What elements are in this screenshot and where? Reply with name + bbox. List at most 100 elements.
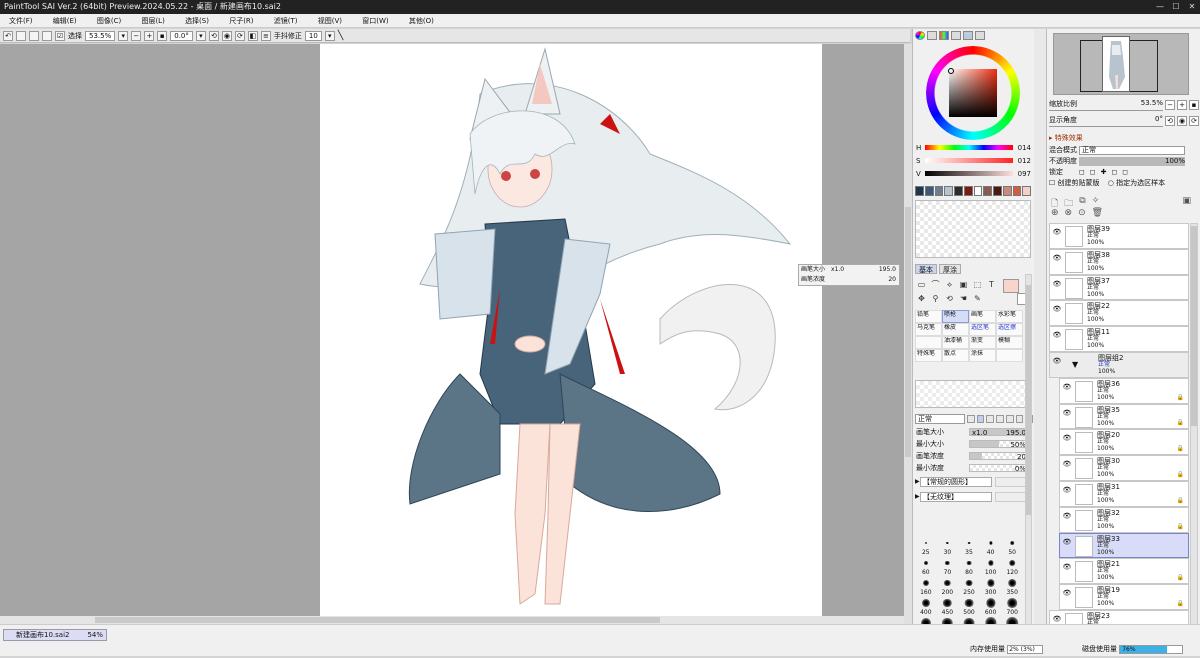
brush-size-preset[interactable]: 40	[980, 536, 1002, 556]
brush-size-preset[interactable]: 350	[1001, 576, 1023, 596]
nav-zoom-out-icon[interactable]: −	[1165, 100, 1175, 110]
deselect-icon[interactable]	[29, 30, 39, 41]
visibility-eye-icon[interactable]: 👁	[1062, 588, 1072, 598]
rect-select-icon[interactable]: ▭	[916, 279, 927, 290]
close-button[interactable]: ✕	[1184, 0, 1200, 14]
hue-track[interactable]	[925, 145, 1013, 150]
menu-window[interactable]: 窗口(W)	[353, 14, 397, 28]
visibility-eye-icon[interactable]: 👁	[1062, 382, 1072, 392]
move-icon[interactable]: ✥	[916, 293, 927, 304]
brush-size-preset[interactable]: 25	[915, 536, 937, 556]
minimize-button[interactable]: —	[1152, 0, 1168, 14]
brush-size-preset[interactable]: 35	[958, 536, 980, 556]
zoom-in-icon[interactable]: +	[144, 30, 155, 41]
menu-filter[interactable]: 滤镜(T)	[265, 14, 307, 28]
visibility-eye-icon[interactable]: 👁	[1062, 562, 1072, 572]
rotate-cw-icon[interactable]: ⟳	[234, 30, 245, 41]
color-swatch[interactable]	[944, 186, 953, 196]
swatch-tab-icon[interactable]	[951, 31, 961, 40]
brush-slot[interactable]: 马克笔	[915, 323, 942, 336]
nav-zoom-reset-icon[interactable]: ▪	[1189, 100, 1199, 110]
delete-layer-icon[interactable]: 🗑	[1092, 208, 1103, 220]
layer-row[interactable]: 👁 图层39 正常 100%	[1049, 223, 1189, 249]
rotate-ccw-icon[interactable]: ⟲	[208, 30, 219, 41]
brush-slot[interactable]: 橡皮	[942, 323, 969, 336]
value-slider[interactable]: V 097	[913, 169, 1035, 179]
hue-value[interactable]: 014	[1018, 143, 1031, 153]
color-swatch[interactable]	[963, 186, 973, 196]
nav-rotate-ccw-icon[interactable]: ⟲	[1165, 116, 1175, 126]
brush-size-preset[interactable]: 30	[937, 536, 959, 556]
value-value[interactable]: 097	[1018, 169, 1031, 179]
visibility-eye-icon[interactable]: 👁	[1052, 253, 1062, 263]
select-source-radio[interactable]: ○	[1108, 179, 1116, 187]
saturation-track[interactable]	[925, 158, 1013, 163]
brush-slot[interactable]: 铅笔	[915, 310, 942, 323]
layer-row[interactable]: 👁 图层11 正常 100%	[1049, 326, 1189, 352]
layer-list-scrollbar[interactable]	[1190, 223, 1198, 631]
layer-row[interactable]: 👁 图层22 正常 100%	[1049, 300, 1189, 327]
brush-shape-select[interactable]: 【常规的圆形】	[920, 477, 992, 487]
brush-slot[interactable]: 画笔	[969, 310, 996, 323]
layer-row[interactable]: 👁 图层19 正常 100% 🔒	[1059, 584, 1189, 610]
visibility-eye-icon[interactable]: 👁	[1052, 330, 1062, 340]
texture-dropdown[interactable]: ▶ 【无纹理】	[915, 492, 1033, 502]
expand-arrow-icon[interactable]: ▶	[915, 477, 920, 487]
brush-size-preset[interactable]: 100	[980, 556, 1002, 576]
layer-row[interactable]: 👁 图层31 正常 100% 🔒	[1059, 480, 1189, 507]
brush-slot[interactable]: 油漆桶	[942, 336, 969, 349]
color-swatch[interactable]	[934, 186, 944, 196]
menu-file[interactable]: 文件(F)	[0, 14, 42, 28]
zoom-out-icon[interactable]: −	[131, 30, 142, 41]
param-min-size[interactable]: 最小大小 50%	[915, 439, 1033, 449]
brush-slot[interactable]: 涂抹	[969, 349, 996, 362]
mixer-tab-icon[interactable]	[963, 31, 973, 40]
color-swatch[interactable]	[1002, 186, 1012, 196]
straight-line-icon[interactable]: ╲	[338, 31, 343, 41]
param-min-density[interactable]: 最小浓度 0%	[915, 463, 1033, 473]
layer-list-scroll-thumb[interactable]	[1191, 226, 1197, 426]
brush-shape-1-icon[interactable]	[976, 415, 985, 423]
undo-icon[interactable]: ↶	[3, 30, 13, 41]
rotate-reset-icon[interactable]: ◉	[221, 30, 232, 41]
color-swatch[interactable]	[983, 186, 992, 196]
brush-size-preset[interactable]: 700	[1001, 596, 1023, 616]
color-wheel[interactable]	[923, 45, 1023, 141]
layer-row[interactable]: 👁 图层38 正常 100%	[1049, 248, 1189, 275]
param-density-bar[interactable]: 20	[969, 452, 1029, 461]
param-min-density-bar[interactable]: 0%	[969, 464, 1029, 473]
horizontal-scroll-thumb[interactable]	[95, 617, 660, 623]
canvas-paper[interactable]	[320, 44, 822, 616]
nav-angle-track[interactable]	[1049, 124, 1163, 127]
hand-icon[interactable]: ☚	[958, 293, 969, 304]
navigator[interactable]	[1053, 33, 1189, 95]
layer-select-icon[interactable]: ▣	[958, 279, 969, 290]
brush-size-preset[interactable]: 250	[958, 576, 980, 596]
brush-slot[interactable]: 选区擦	[996, 323, 1023, 336]
nav-rotate-cw-icon[interactable]: ⟳	[1189, 116, 1199, 126]
menu-other[interactable]: 其他(O)	[400, 14, 443, 28]
tool-panel-scrollbar[interactable]	[1025, 274, 1032, 634]
brush-size-preset[interactable]: 450	[937, 596, 959, 616]
param-density[interactable]: 画笔浓度 20	[915, 451, 1033, 461]
color-wheel-tab-icon[interactable]	[915, 31, 925, 40]
shape-icon[interactable]: ⬚	[972, 279, 983, 290]
vertical-scroll-thumb[interactable]	[905, 207, 911, 457]
brush-size-preset[interactable]: 500	[958, 596, 980, 616]
brush-slot[interactable]: 水彩笔	[996, 310, 1023, 323]
popup-density-value[interactable]: 20	[888, 275, 899, 285]
color-swatch[interactable]	[993, 186, 1002, 196]
brush-size-preset[interactable]: 50	[1001, 536, 1023, 556]
param-brush-size-bar[interactable]: x1.0 195.0	[969, 428, 1029, 437]
brush-size-preset[interactable]: 600	[980, 596, 1002, 616]
brush-size-preset[interactable]: 80	[958, 556, 980, 576]
brush-shape-3-icon[interactable]	[996, 415, 1004, 423]
tab-thick-paint[interactable]: 厚涂	[939, 264, 961, 274]
saturation-value[interactable]: 012	[1018, 156, 1031, 166]
clip-checkbox[interactable]: ☐	[1049, 179, 1058, 187]
visibility-eye-icon[interactable]: 👁	[1052, 304, 1062, 314]
new-layer-icon[interactable]: 🗋	[1051, 196, 1058, 209]
texture-select[interactable]: 【无纹理】	[920, 492, 992, 502]
rotation-dropdown-icon[interactable]: ▾	[195, 30, 206, 41]
merge-down-icon[interactable]: ⊕	[1051, 208, 1059, 220]
